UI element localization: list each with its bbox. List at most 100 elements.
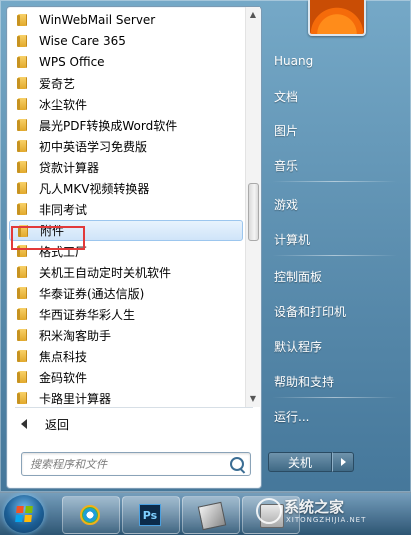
places-label: 帮助和支持 [274, 374, 335, 389]
separator [272, 255, 397, 256]
list-item[interactable]: 初中英语学习免费版 [9, 136, 243, 156]
taskbar-app[interactable] [182, 496, 240, 534]
places-label: 设备和打印机 [274, 304, 347, 319]
list-item[interactable]: Wise Care 365 [9, 31, 243, 51]
list-item[interactable]: 非同考试 [9, 199, 243, 219]
list-item[interactable]: 爱奇艺 [9, 73, 243, 93]
list-item[interactable]: 贷款计算器 [9, 157, 243, 177]
program-list-scrollbar[interactable]: ▲ ▼ [245, 7, 260, 407]
scroll-up-icon[interactable]: ▲ [246, 9, 260, 21]
folder-icon [17, 118, 29, 132]
folder-icon [17, 370, 29, 384]
separator [272, 181, 397, 182]
list-item[interactable]: WinWebMail Server [9, 10, 243, 30]
search-icon[interactable] [230, 457, 244, 471]
start-button[interactable] [4, 495, 44, 533]
divider [15, 407, 253, 408]
list-item[interactable]: 凡人MKV视频转换器 [9, 178, 243, 198]
folder-icon [17, 202, 29, 216]
places-item-control-panel[interactable]: 控制面板 [274, 266, 394, 286]
back-arrow-icon [21, 419, 27, 429]
folder-icon [17, 55, 29, 69]
list-item[interactable]: 华西证券华彩人生 [9, 304, 243, 324]
places-item-documents[interactable]: 文档 [274, 86, 394, 106]
places-item-help-support[interactable]: 帮助和支持 [274, 371, 394, 391]
list-item[interactable]: 冰尘软件 [9, 94, 243, 114]
places-item-user[interactable]: Huang [274, 51, 394, 71]
program-label: 爱奇艺 [39, 76, 76, 91]
folder-icon [17, 76, 29, 90]
list-item[interactable]: WPS Office [9, 52, 243, 72]
photoshop-icon: Ps [139, 504, 161, 526]
places-label: Huang [274, 54, 314, 68]
places-label: 运行... [274, 409, 310, 424]
folder-icon [17, 97, 29, 111]
places-item-devices-printers[interactable]: 设备和打印机 [274, 301, 394, 321]
start-menu: WinWebMail Server Wise Care 365 WPS Offi… [0, 0, 411, 492]
places-label: 音乐 [274, 158, 299, 173]
program-label: 凡人MKV视频转换器 [39, 181, 150, 196]
folder-icon [17, 286, 29, 300]
folder-icon [17, 13, 29, 27]
program-label: 华泰证券(通达信版) [39, 286, 145, 301]
program-label: 冰尘软件 [39, 97, 88, 112]
search-box[interactable] [21, 452, 251, 476]
folder-icon [17, 307, 29, 321]
list-item[interactable]: 焦点科技 [9, 346, 243, 366]
places-label: 文档 [274, 89, 299, 104]
places-item-music[interactable]: 音乐 [274, 155, 394, 175]
list-item[interactable]: 卡路里计算器 [9, 388, 243, 407]
windows-logo-icon [15, 506, 33, 522]
watermark: 系统之家 XITONGZHIJIA.NET [250, 490, 410, 534]
program-label: 焦点科技 [39, 349, 88, 364]
list-item[interactable]: 积米淘客助手 [9, 325, 243, 345]
shutdown-options-arrow-icon[interactable] [332, 452, 354, 472]
program-label: 贷款计算器 [39, 160, 100, 175]
folder-icon [17, 181, 29, 195]
back-button[interactable]: 返回 [13, 414, 243, 434]
places-item-computer[interactable]: 计算机 [274, 229, 394, 249]
watermark-url: XITONGZHIJIA.NET [286, 516, 367, 524]
back-label: 返回 [45, 417, 70, 432]
list-item[interactable]: 华泰证券(通达信版) [9, 283, 243, 303]
places-item-run[interactable]: 运行... [274, 406, 394, 426]
program-label: 金码软件 [39, 370, 88, 385]
places-label: 游戏 [274, 197, 299, 212]
folder-icon [17, 160, 29, 174]
list-item[interactable]: 晨光PDF转换成Word软件 [9, 115, 243, 135]
folder-icon [17, 139, 29, 153]
scroll-down-icon[interactable]: ▼ [246, 393, 260, 405]
program-label: 初中英语学习免费版 [39, 139, 148, 154]
red-highlight-box [11, 226, 85, 250]
places-label: 控制面板 [274, 269, 323, 284]
folder-icon [17, 328, 29, 342]
program-list: WinWebMail Server Wise Care 365 WPS Offi… [7, 7, 243, 407]
program-label: 非同考试 [39, 202, 88, 217]
taskbar-photoshop[interactable]: Ps [122, 496, 180, 534]
separator [272, 397, 397, 398]
scroll-thumb[interactable] [248, 183, 259, 241]
program-label: 卡路里计算器 [39, 391, 112, 406]
program-label: WinWebMail Server [39, 13, 156, 27]
taskbar-internet-explorer[interactable] [62, 496, 120, 534]
program-label: 积米淘客助手 [39, 328, 112, 343]
places-pane: Huang 文档 图片 音乐 游戏 计算机 控制面板 设备和打印机 默认程序 帮… [262, 0, 411, 492]
program-label: Wise Care 365 [39, 34, 126, 48]
shutdown-button[interactable]: 关机 [268, 452, 332, 472]
search-input[interactable] [28, 455, 222, 473]
places-item-default-programs[interactable]: 默认程序 [274, 336, 394, 356]
folder-icon [17, 391, 29, 405]
program-label: 华西证券华彩人生 [39, 307, 136, 322]
list-item[interactable]: 关机王自动定时关机软件 [9, 262, 243, 282]
programs-pane: WinWebMail Server Wise Care 365 WPS Offi… [6, 6, 262, 489]
list-item[interactable]: 金码软件 [9, 367, 243, 387]
places-label: 默认程序 [274, 339, 323, 354]
user-picture[interactable] [308, 0, 366, 36]
places-item-pictures[interactable]: 图片 [274, 120, 394, 140]
folder-icon [17, 265, 29, 279]
places-item-games[interactable]: 游戏 [274, 194, 394, 214]
folder-icon [17, 34, 29, 48]
program-label: 晨光PDF转换成Word软件 [39, 118, 178, 133]
shutdown-group: 关机 [268, 452, 358, 472]
folder-icon [17, 349, 29, 363]
